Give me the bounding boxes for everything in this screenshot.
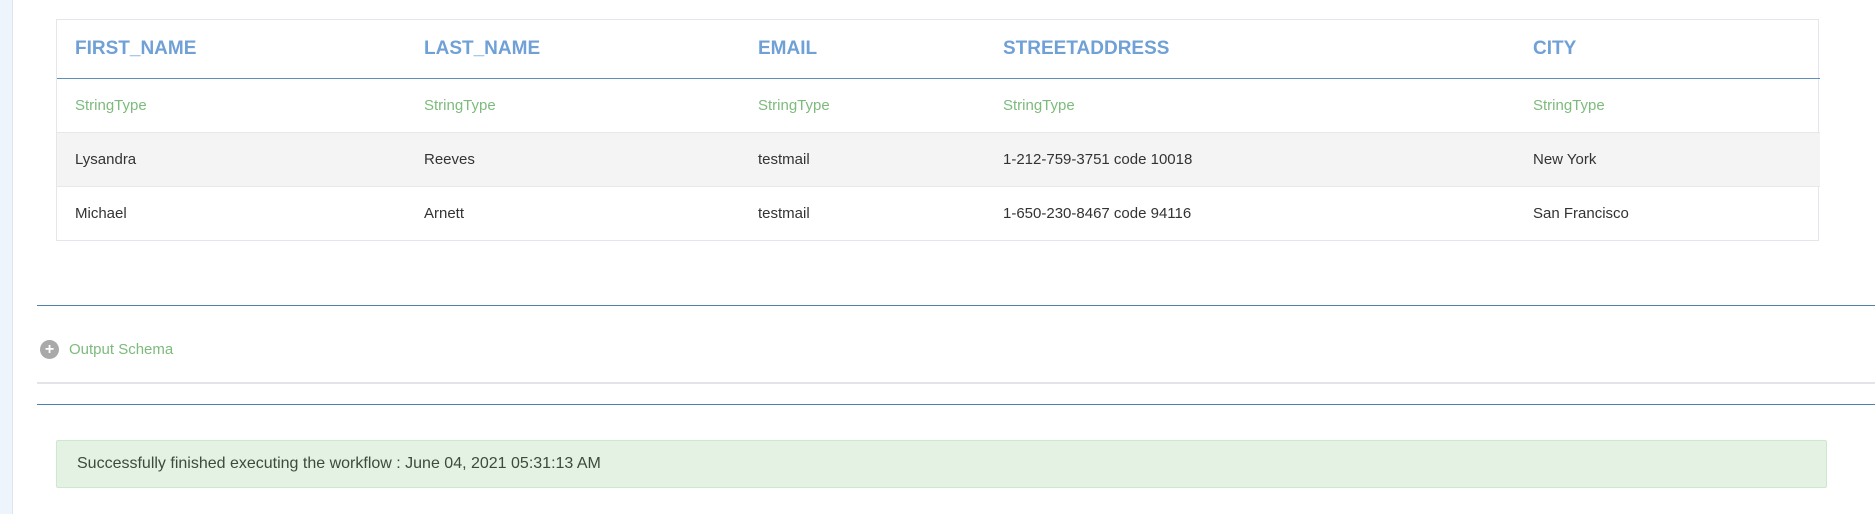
column-header-email[interactable]: EMAIL	[740, 20, 985, 79]
table-row: Michael Arnett testmail 1-650-230-8467 c…	[57, 187, 1820, 241]
table-row: Lysandra Reeves testmail 1-212-759-3751 …	[57, 132, 1820, 187]
status-message: Successfully finished executing the work…	[77, 455, 601, 472]
column-type: StringType	[985, 78, 1515, 133]
table-cell: Arnett	[424, 205, 465, 222]
output-schema-toggle[interactable]: + Output Schema	[40, 338, 173, 360]
section-divider	[37, 305, 1875, 306]
column-type: StringType	[740, 78, 985, 133]
table-cell: New York	[1515, 132, 1820, 187]
column-header-last-name[interactable]: LAST_NAME	[406, 20, 740, 79]
column-type: StringType	[1515, 78, 1820, 133]
table-cell: Lysandra	[57, 132, 406, 187]
data-preview-table: FIRST_NAME LAST_NAME EMAIL STREETADDRESS…	[56, 19, 1820, 241]
column-type-row: StringType StringType StringType StringT…	[57, 78, 1820, 133]
output-schema-label[interactable]: Output Schema	[69, 341, 173, 358]
column-header-streetaddress[interactable]: STREETADDRESS	[985, 20, 1515, 79]
table-cell: Reeves	[406, 132, 740, 187]
table-cell: testmail	[758, 205, 810, 222]
status-message-bar: Successfully finished executing the work…	[56, 440, 1827, 488]
table-cell: 1-212-759-3751 code 10018	[985, 132, 1515, 187]
column-header-city[interactable]: CITY	[1515, 20, 1820, 79]
table-cell: testmail	[740, 132, 985, 187]
table-header-row: FIRST_NAME LAST_NAME EMAIL STREETADDRESS…	[57, 20, 1820, 79]
column-type: StringType	[406, 78, 740, 133]
table-cell: 1-650-230-8467 code 94116	[1003, 205, 1192, 222]
section-divider	[37, 404, 1875, 405]
plus-circle-icon[interactable]: +	[40, 339, 59, 359]
section-divider	[37, 382, 1875, 384]
column-header-first-name[interactable]: FIRST_NAME	[57, 20, 406, 79]
table-cell: Michael	[75, 205, 127, 222]
workflow-result-panel: FIRST_NAME LAST_NAME EMAIL STREETADDRESS…	[12, 0, 1875, 514]
column-type: StringType	[57, 78, 406, 133]
table-cell: San Francisco	[1533, 205, 1629, 222]
